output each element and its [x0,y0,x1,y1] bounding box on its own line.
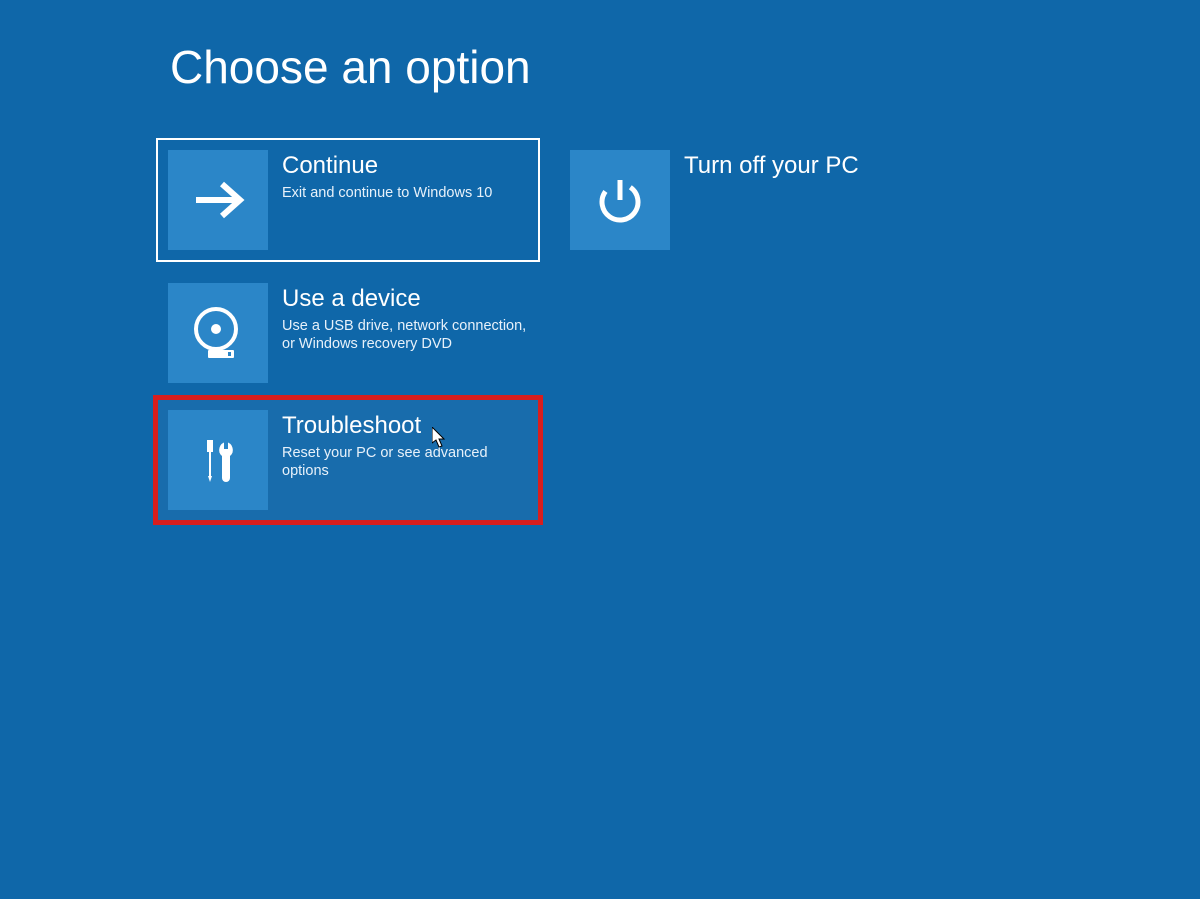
arrow-right-icon [168,150,268,250]
usedevice-desc: Use a USB drive, network connection, or … [282,317,528,355]
troubleshoot-desc: Reset your PC or see advanced options [282,444,528,482]
continue-label: Continue [282,152,492,180]
winre-choose-option-screen: Choose an option Continue Exit and conti… [0,0,1200,899]
troubleshoot-tile[interactable]: Troubleshoot Reset your PC or see advanc… [158,400,538,520]
tools-icon [168,410,268,510]
disc-icon [168,283,268,383]
continue-desc: Exit and continue to Windows 10 [282,184,492,203]
continue-tile[interactable]: Continue Exit and continue to Windows 10 [158,140,538,260]
usedevice-tile[interactable]: Use a device Use a USB drive, network co… [158,273,538,393]
turnoff-label: Turn off your PC [684,152,859,180]
troubleshoot-label: Troubleshoot [282,412,528,440]
turnoff-tile[interactable]: Turn off your PC [560,140,940,260]
power-icon [570,150,670,250]
page-title: Choose an option [170,40,531,94]
usedevice-label: Use a device [282,285,528,313]
